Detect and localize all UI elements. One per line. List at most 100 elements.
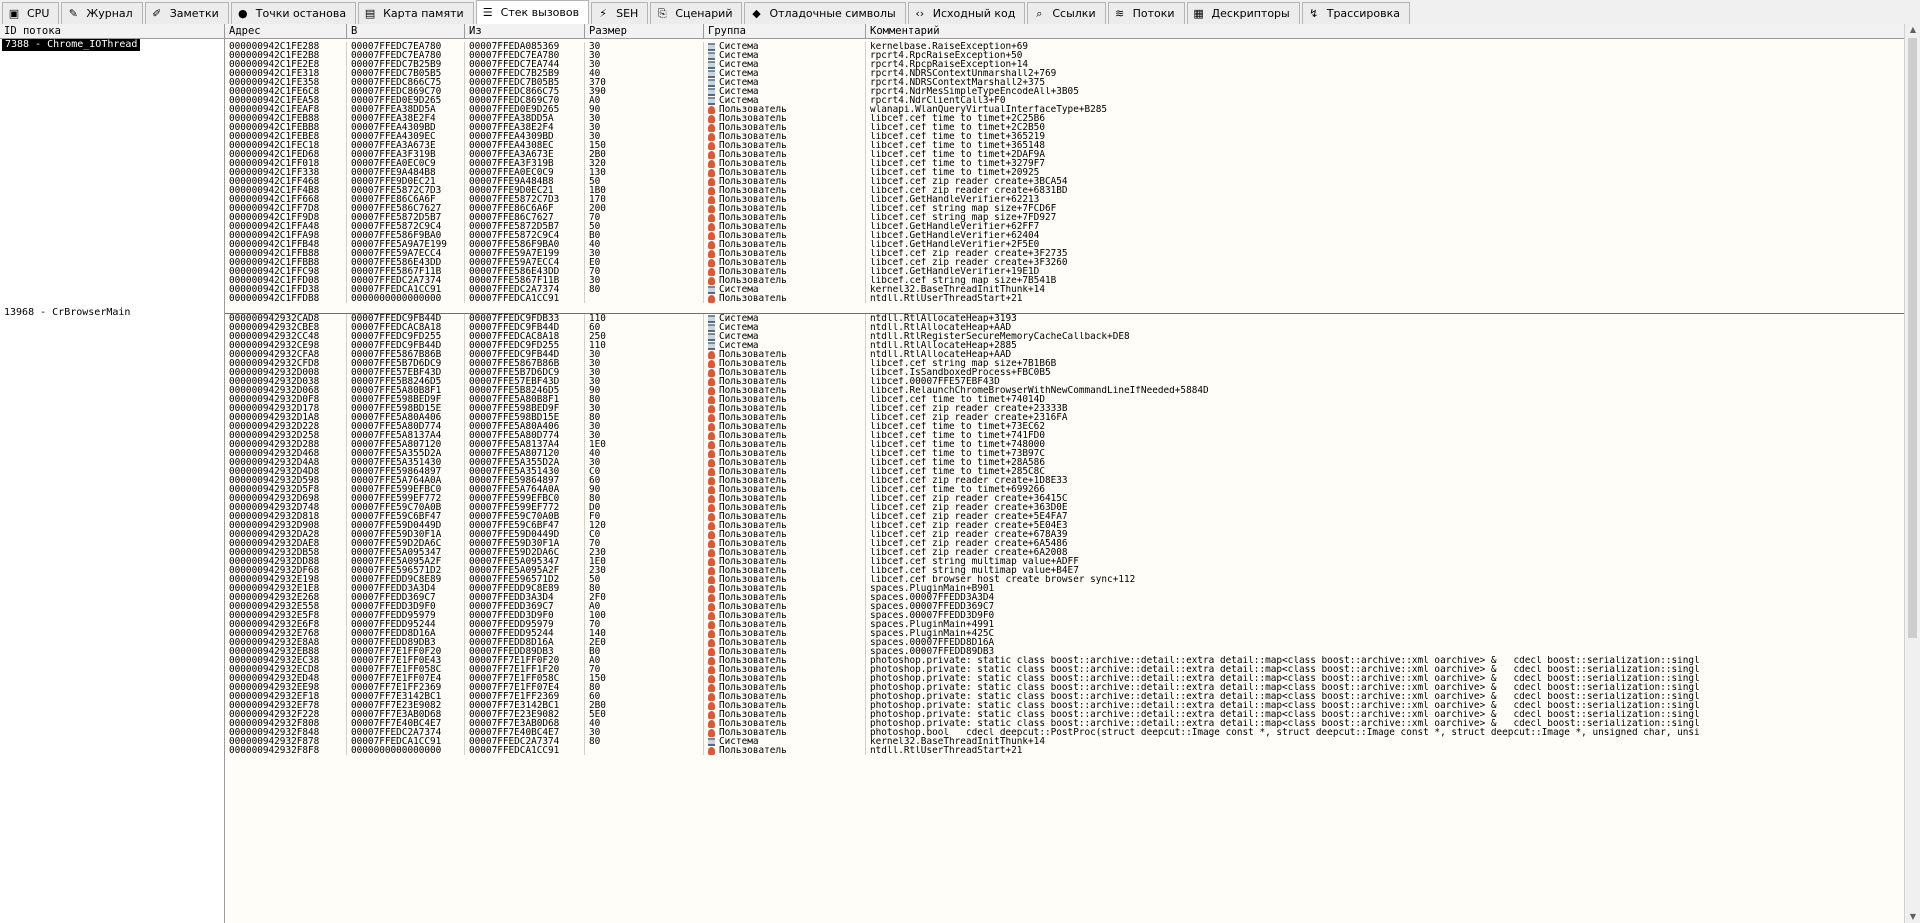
table-row[interactable]: 000000942932CAD8 00007FFEDC9FB44D 00007FFE… — [225, 314, 1904, 323]
table-row[interactable]: 000000942C1FEA58 00007FFED0E9D265 00007FFE… — [225, 96, 1904, 105]
table-row[interactable]: 000000942932EF78 00007FF7E23E9082 00007FF7… — [225, 701, 1904, 710]
table-row[interactable]: 000000942932D4A8 00007FFE5A351430 00007FFE… — [225, 458, 1904, 467]
table-row[interactable]: 000000942932EF18 00007FF7E3142BC1 00007FF7… — [225, 692, 1904, 701]
tab-source[interactable]: ‹› Исходный код — [907, 2, 1026, 24]
table-row[interactable]: 000000942932CFA8 00007FFE5867B86B 00007FFE… — [225, 350, 1904, 359]
table-row[interactable]: 000000942932EB88 00007FF7E1FF0F20 00007FFE… — [225, 647, 1904, 656]
table-row[interactable]: 000000942C1FEC18 00007FFEA3A673E 00007FFEA… — [225, 141, 1904, 150]
tab-breakpoint[interactable]: ● Точки останова — [230, 2, 357, 24]
table-row[interactable]: 000000942C1FED68 00007FFEA3F319B 00007FFEA… — [225, 150, 1904, 159]
column-header-group[interactable]: Группа — [704, 24, 866, 38]
table-row[interactable]: 000000942C1FEB88 00007FFEA38E2F4 00007FFEA… — [225, 114, 1904, 123]
table-row[interactable]: 000000942C1FFDB8 0000000000000000 00007FFE… — [225, 294, 1904, 303]
table-row[interactable]: 000000942C1FFA48 00007FFE5872C9C4 00007FFE… — [225, 222, 1904, 231]
vertical-scrollbar[interactable]: ▲ ▼ — [1904, 24, 1920, 923]
table-row[interactable]: 000000942932D258 00007FFE5A8137A4 00007FFE… — [225, 431, 1904, 440]
table-row[interactable]: 000000942932D468 00007FFE5A355D2A 00007FFE… — [225, 449, 1904, 458]
table-row[interactable]: 000000942932D818 00007FFE59C6BF47 00007FFE… — [225, 512, 1904, 521]
column-header-thread-id[interactable]: ID потока — [0, 24, 225, 38]
table-row[interactable]: 000000942932CFD8 00007FFE5B7D6DC9 00007FFE… — [225, 359, 1904, 368]
table-row[interactable]: 000000942C1FE288 00007FFEDC7EA780 00007FFE… — [225, 42, 1904, 51]
table-row[interactable]: 000000942C1FE2B8 00007FFEDC7EA780 00007FFE… — [225, 51, 1904, 60]
table-row[interactable]: 000000942C1FF668 00007FFE86C6A6F 00007FFE5… — [225, 195, 1904, 204]
table-row[interactable]: 000000942C1FF018 00007FFEA0EC0C9 00007FFEA… — [225, 159, 1904, 168]
table-row[interactable]: 000000942932CE98 00007FFEDC9FB44D 00007FFE… — [225, 341, 1904, 350]
tab-symbols[interactable]: ◆ Отладочные символы — [744, 2, 906, 24]
table-row[interactable]: 000000942932ED48 00007FF7E1FF07E4 00007FF7… — [225, 674, 1904, 683]
table-row[interactable]: 000000942932E768 00007FFEDD8D16A 00007FFED… — [225, 629, 1904, 638]
table-row[interactable]: 000000942932D1A8 00007FFE5A80A406 00007FFE… — [225, 413, 1904, 422]
table-row[interactable]: 000000942932DB58 00007FFE5A095347 00007FFE… — [225, 548, 1904, 557]
tab-cpu[interactable]: ▣ CPU — [2, 2, 60, 24]
tab-handles[interactable]: ▦ Дескрипторы — [1186, 2, 1300, 24]
table-row[interactable]: 000000942932E558 00007FFEDD3D9F0 00007FFED… — [225, 602, 1904, 611]
column-header-to[interactable]: В — [347, 24, 465, 38]
table-row[interactable]: 000000942932F848 00007FFEDC2A7374 00007FF7… — [225, 728, 1904, 737]
table-row[interactable]: 000000942932D0F8 00007FFE598BED9F 00007FFE… — [225, 395, 1904, 404]
table-row[interactable]: 000000942932E1E8 00007FFEDD3A3D4 00007FFED… — [225, 584, 1904, 593]
table-row[interactable]: 000000942C1FE318 00007FFEDC7B05B5 00007FFE… — [225, 69, 1904, 78]
table-row[interactable]: 000000942932D038 00007FFE5B8246D5 00007FFE… — [225, 377, 1904, 386]
table-row[interactable]: 000000942932CBE8 00007FFEDCAC8A18 00007FFE… — [225, 323, 1904, 332]
table-row[interactable]: 000000942C1FE6C8 00007FFEDC869C70 00007FFE… — [225, 87, 1904, 96]
thread-id-label[interactable]: 7388 - Chrome_IOThread — [2, 39, 141, 51]
table-row[interactable]: 000000942932D4D8 00007FFE59864897 00007FFE… — [225, 467, 1904, 476]
table-row[interactable]: 000000942C1FFB88 00007FFE59A7ECC4 00007FFE… — [225, 249, 1904, 258]
table-row[interactable]: 000000942932D748 00007FFE59C70A0B 00007FFE… — [225, 503, 1904, 512]
table-row[interactable]: 000000942932D288 00007FFE5A807120 00007FFE… — [225, 440, 1904, 449]
table-row[interactable]: 000000942C1FFB48 00007FFE5A9A7E199 00007FF… — [225, 240, 1904, 249]
table-row[interactable]: 000000942932EC38 00007FF7E1FF0E43 00007FF7… — [225, 656, 1904, 665]
thread-id-label[interactable]: 13968 - CrBrowserMain — [4, 307, 130, 319]
table-row[interactable]: 000000942C1FFA98 00007FFE586F9BA0 00007FFE… — [225, 231, 1904, 240]
table-row[interactable]: 000000942932E268 00007FFEDD369C7 00007FFED… — [225, 593, 1904, 602]
table-row[interactable]: 000000942932D5F8 00007FFE599EFBC0 00007FFE… — [225, 485, 1904, 494]
table-row[interactable]: 000000942C1FF9D8 00007FFE5872D5B7 00007FFE… — [225, 213, 1904, 222]
column-header-from[interactable]: Из — [465, 24, 585, 38]
column-header-comment[interactable]: Комментарий — [866, 24, 1904, 38]
tab-seh[interactable]: ⚡ SEH — [591, 2, 649, 24]
column-header-size[interactable]: Размер — [585, 24, 704, 38]
table-row[interactable]: 000000942932E6F8 00007FFEDD95244 00007FFED… — [225, 620, 1904, 629]
table-row[interactable]: 000000942C1FFBB8 00007FFE586E43DD 00007FFE… — [225, 258, 1904, 267]
table-row[interactable]: 000000942C1FF7D8 00007FFE586C7627 00007FFE… — [225, 204, 1904, 213]
table-row[interactable]: 000000942932ECD8 00007FF7E1FF058C 00007FF7… — [225, 665, 1904, 674]
table-row[interactable]: 000000942932D908 00007FFE59D0449D 00007FFE… — [225, 521, 1904, 530]
table-row[interactable]: 000000942C1FFC98 00007FFE5867F11B 00007FFE… — [225, 267, 1904, 276]
table-row[interactable]: 000000942932DD88 00007FFE5A095A2F 00007FFE… — [225, 557, 1904, 566]
table-row[interactable]: 000000942932D178 00007FFE598BD15E 00007FFE… — [225, 404, 1904, 413]
tab-memory-map[interactable]: ▤ Карта памяти — [358, 2, 474, 24]
table-row[interactable]: 000000942932DA28 00007FFE59D30F1A 00007FFE… — [225, 530, 1904, 539]
table-row[interactable]: 000000942932F8F8 0000000000000000 00007FFE… — [225, 746, 1904, 755]
table-row[interactable]: 000000942C1FEBB8 00007FFEA4309BD 00007FFEA… — [225, 123, 1904, 132]
table-row[interactable]: 000000942C1FEBE8 00007FFEA4309EC 00007FFEA… — [225, 132, 1904, 141]
table-row[interactable]: 000000942932E198 00007FFEDD9C8E89 00007FFE… — [225, 575, 1904, 584]
table-row[interactable]: 000000942C1FF468 00007FFE9D0EC21 00007FFE9… — [225, 177, 1904, 186]
table-row[interactable]: 000000942C1FE2E8 00007FFEDC7B25B9 00007FFE… — [225, 60, 1904, 69]
table-row[interactable]: 000000942932F808 00007FF7E40BC4E7 00007FF7… — [225, 719, 1904, 728]
table-row[interactable]: 000000942932E8A8 00007FFEDD89DB3 00007FFED… — [225, 638, 1904, 647]
column-header-address[interactable]: Адрес — [225, 24, 347, 38]
table-row[interactable]: 000000942932EE98 00007FF7E1FF2369 00007FF7… — [225, 683, 1904, 692]
table-row[interactable]: 000000942C1FF338 00007FFE9A484B8 00007FFEA… — [225, 168, 1904, 177]
table-row[interactable]: 000000942932DAE8 00007FFE59D2DA6C 00007FFE… — [225, 539, 1904, 548]
tab-script[interactable]: ⎘ Сценарий — [650, 2, 743, 24]
tab-notes[interactable]: ✐ Заметки — [144, 2, 229, 24]
table-row[interactable]: 000000942932F878 00007FFEDCA1CC91 00007FFE… — [225, 737, 1904, 746]
table-row[interactable]: 000000942932DF68 00007FFE596571D2 00007FFE… — [225, 566, 1904, 575]
scrollbar-thumb[interactable] — [1908, 38, 1917, 638]
table-row[interactable]: 000000942932D068 00007FFE5A80B8F1 00007FFE… — [225, 386, 1904, 395]
tab-threads[interactable]: ≋ Потоки — [1107, 2, 1185, 24]
table-row[interactable]: 000000942932F228 00007FF7E3AB0D68 00007FF7… — [225, 710, 1904, 719]
tab-references[interactable]: ⌕ Ссылки — [1027, 2, 1106, 24]
table-row[interactable]: 000000942932D008 00007FFE57EBF43D 00007FFE… — [225, 368, 1904, 377]
table-row[interactable]: 000000942C1FE358 00007FFEDC866C75 00007FFE… — [225, 78, 1904, 87]
table-row[interactable]: 000000942932D598 00007FFE5A764A0A 00007FFE… — [225, 476, 1904, 485]
scroll-down-icon[interactable]: ▼ — [1905, 911, 1920, 923]
table-row[interactable]: 000000942932CC48 00007FFEDC9FD255 00007FFE… — [225, 332, 1904, 341]
table-row[interactable]: 000000942932E5F8 00007FFEDD95979 00007FFED… — [225, 611, 1904, 620]
table-row[interactable]: 000000942C1FEAF8 00007FFEA38DD5A 00007FFED… — [225, 105, 1904, 114]
table-row[interactable]: 000000942C1FF4B8 00007FFE5872C7D3 00007FFE… — [225, 186, 1904, 195]
table-row[interactable]: 000000942C1FFD38 00007FFEDCA1CC91 00007FFE… — [225, 285, 1904, 294]
tab-log[interactable]: ✎ Журнал — [61, 2, 143, 24]
scroll-up-icon[interactable]: ▲ — [1905, 24, 1920, 36]
